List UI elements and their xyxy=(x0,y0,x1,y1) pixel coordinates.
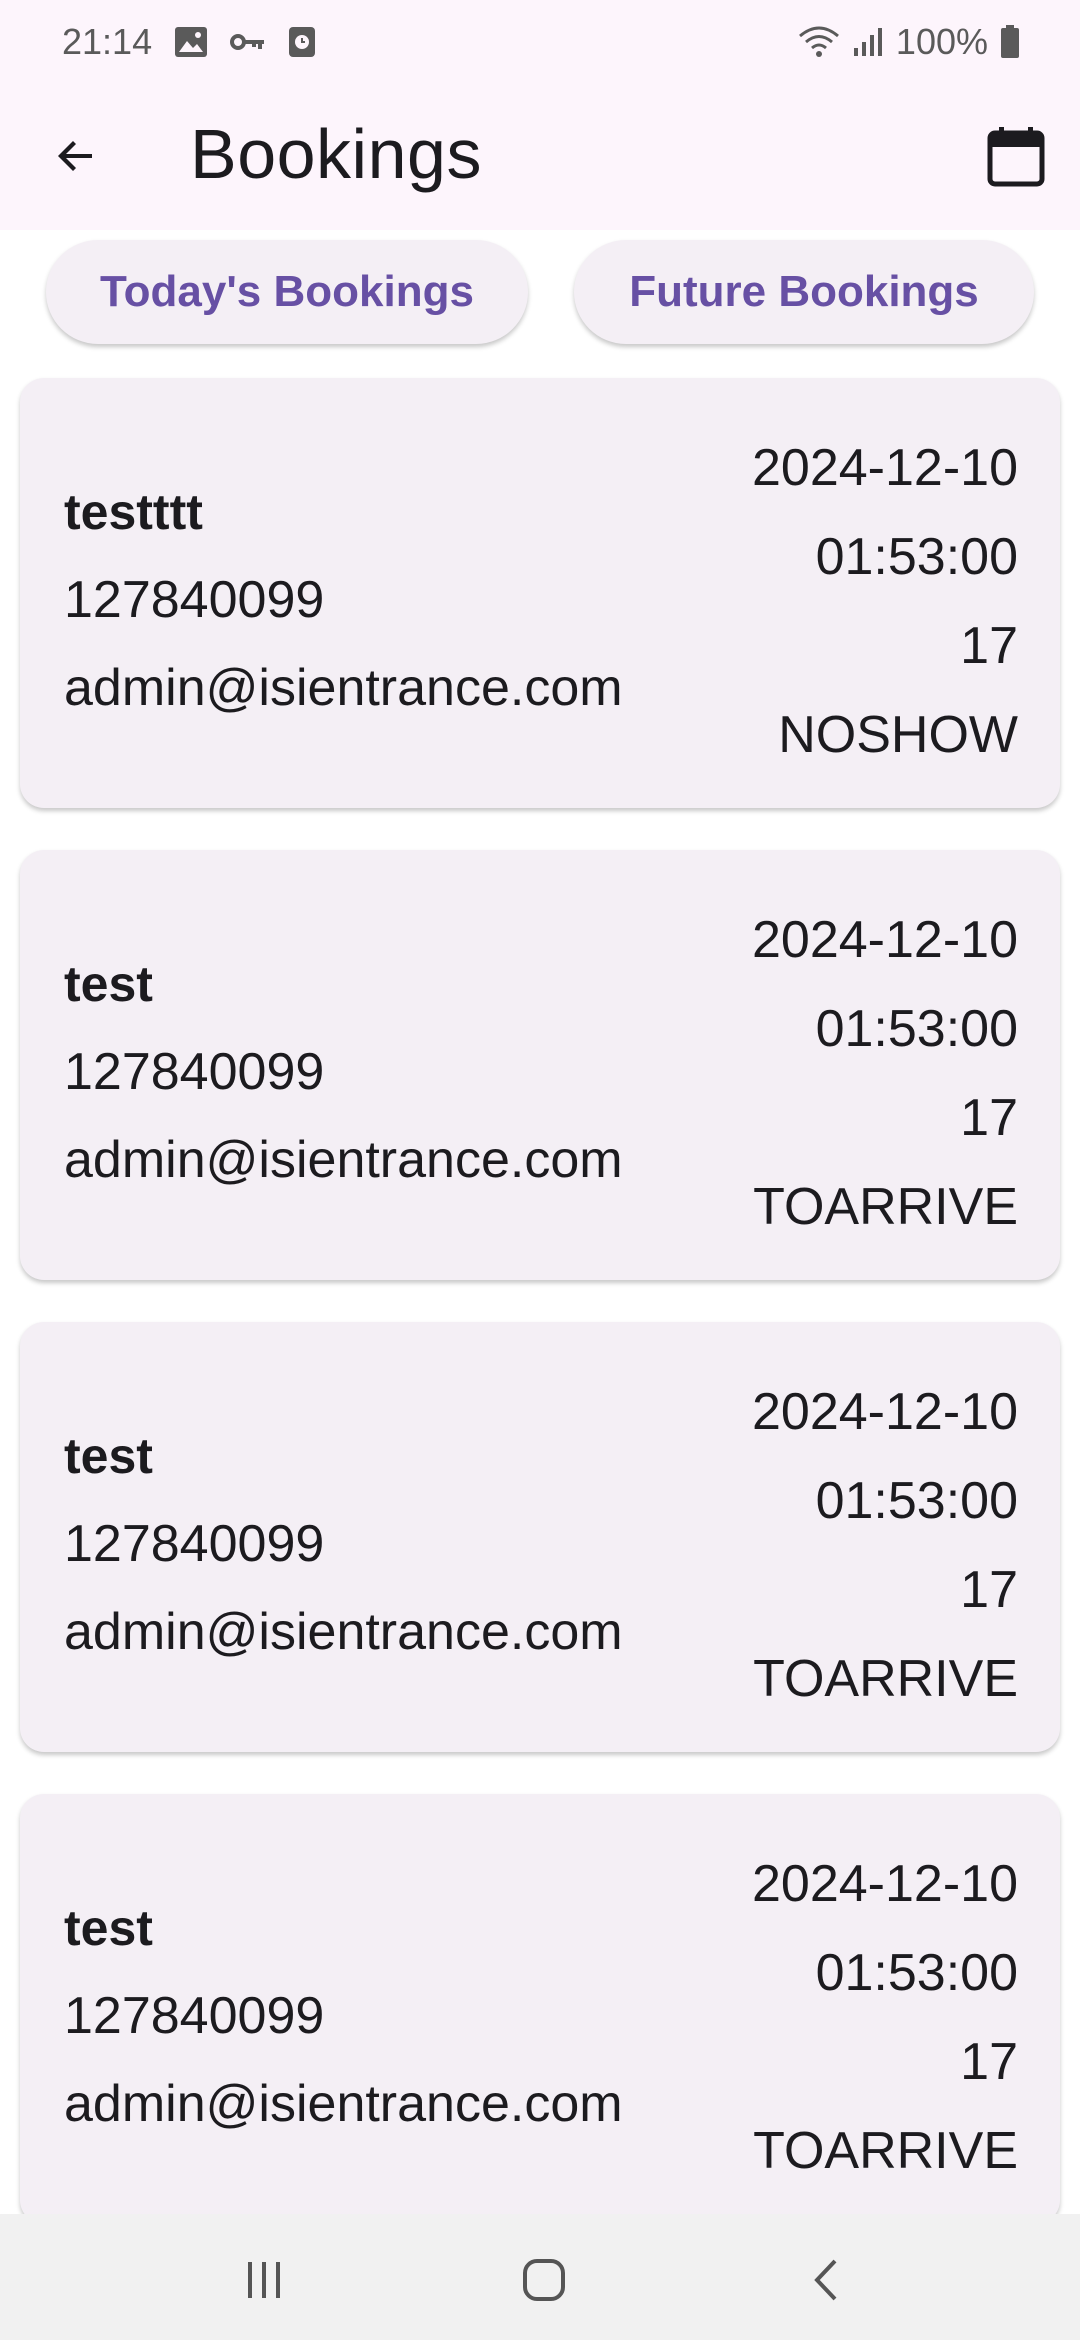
todays-bookings-button[interactable]: Today's Bookings xyxy=(46,240,528,344)
back-nav-button[interactable] xyxy=(796,2250,856,2310)
booking-status: NOSHOW xyxy=(778,706,1018,764)
booking-count: 17 xyxy=(960,1561,1018,1619)
recent-apps-button[interactable] xyxy=(234,2250,294,2310)
back-button[interactable] xyxy=(40,120,112,192)
booking-email: admin@isientrance.com xyxy=(64,659,623,717)
booking-phone: 127840099 xyxy=(64,1515,325,1573)
status-left: 21:14 xyxy=(62,21,316,63)
booking-email: admin@isientrance.com xyxy=(64,1603,623,1661)
status-time: 21:14 xyxy=(62,21,153,62)
booking-meta: 2024-12-10 01:53:00 17 TOARRIVE xyxy=(752,896,1018,1252)
booking-email: admin@isientrance.com xyxy=(64,2075,623,2133)
back-nav-icon xyxy=(814,2259,837,2301)
home-icon xyxy=(523,2259,565,2301)
booking-meta: 2024-12-10 01:53:00 17 TOARRIVE xyxy=(752,1840,1018,2196)
calendar-button[interactable] xyxy=(980,120,1052,192)
page-title: Bookings xyxy=(190,115,482,193)
key-icon xyxy=(230,32,266,52)
booking-status: TOARRIVE xyxy=(753,1650,1018,1708)
booking-meta: 2024-12-10 01:53:00 17 NOSHOW xyxy=(752,424,1018,780)
battery-icon xyxy=(1000,25,1020,59)
booking-count: 17 xyxy=(960,617,1018,675)
future-bookings-button[interactable]: Future Bookings xyxy=(574,240,1034,344)
clock-icon xyxy=(288,26,316,58)
booking-time: 01:53:00 xyxy=(815,1000,1018,1058)
booking-count: 17 xyxy=(960,1089,1018,1147)
booking-card[interactable]: test 127840099 admin@isientrance.com 202… xyxy=(20,1794,1060,2224)
booking-date: 2024-12-10 xyxy=(752,1855,1018,1913)
status-right: 100% xyxy=(798,21,1020,63)
booking-tabs: Today's Bookings Future Bookings xyxy=(0,240,1080,346)
booking-date: 2024-12-10 xyxy=(752,911,1018,969)
booking-name: testttt xyxy=(64,484,203,540)
booking-card[interactable]: test 127840099 admin@isientrance.com 202… xyxy=(20,1322,1060,1752)
status-bar: 21:14 100% xyxy=(0,0,1080,84)
booking-status: TOARRIVE xyxy=(753,1178,1018,1236)
booking-details: test 127840099 admin@isientrance.com xyxy=(64,940,623,1204)
wifi-icon xyxy=(798,26,840,58)
booking-count: 17 xyxy=(960,2033,1018,2091)
booking-card[interactable]: testttt 127840099 admin@isientrance.com … xyxy=(20,378,1060,808)
booking-details: testttt 127840099 admin@isientrance.com xyxy=(64,468,623,732)
booking-card[interactable]: test 127840099 admin@isientrance.com 202… xyxy=(20,850,1060,1280)
booking-name: test xyxy=(64,1428,153,1484)
arrow-back-icon xyxy=(58,141,92,171)
app-bar: Bookings xyxy=(0,84,1080,230)
booking-details: test 127840099 admin@isientrance.com xyxy=(64,1884,623,2148)
booking-phone: 127840099 xyxy=(64,1987,325,2045)
booking-phone: 127840099 xyxy=(64,571,325,629)
booking-time: 01:53:00 xyxy=(815,528,1018,586)
battery-percent: 100% xyxy=(895,21,988,62)
booking-time: 01:53:00 xyxy=(815,1944,1018,2002)
signal-icon xyxy=(852,26,884,58)
recent-apps-icon xyxy=(248,2262,280,2298)
booking-date: 2024-12-10 xyxy=(752,439,1018,497)
booking-date: 2024-12-10 xyxy=(752,1383,1018,1441)
booking-time: 01:53:00 xyxy=(815,1472,1018,1530)
system-nav-bar xyxy=(0,2214,1080,2340)
booking-email: admin@isientrance.com xyxy=(64,1131,623,1189)
booking-status: TOARRIVE xyxy=(753,2122,1018,2180)
booking-phone: 127840099 xyxy=(64,1043,325,1101)
booking-meta: 2024-12-10 01:53:00 17 TOARRIVE xyxy=(752,1368,1018,1724)
image-icon xyxy=(174,26,208,58)
booking-details: test 127840099 admin@isientrance.com xyxy=(64,1412,623,1676)
home-button[interactable] xyxy=(514,2250,574,2310)
booking-name: test xyxy=(64,1900,153,1956)
calendar-icon xyxy=(987,127,1045,187)
booking-name: test xyxy=(64,956,153,1012)
